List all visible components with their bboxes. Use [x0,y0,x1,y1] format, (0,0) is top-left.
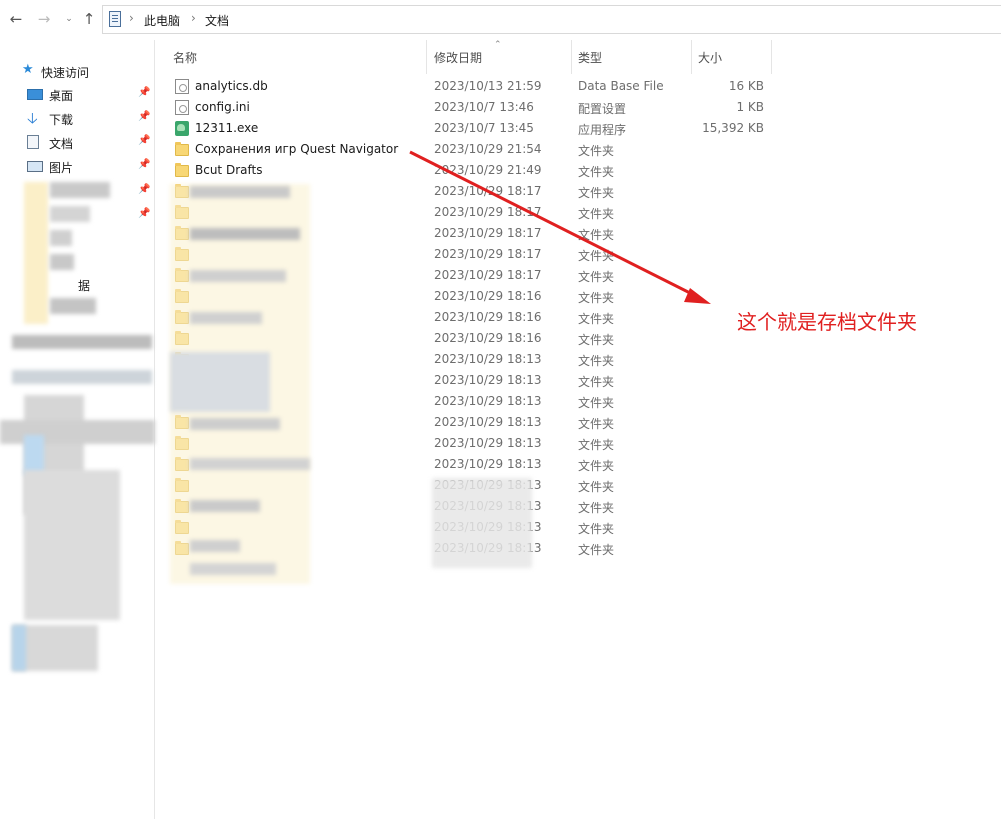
annotation-label: 这个就是存档文件夹 [737,310,917,334]
annotation-arrow [409,150,711,304]
